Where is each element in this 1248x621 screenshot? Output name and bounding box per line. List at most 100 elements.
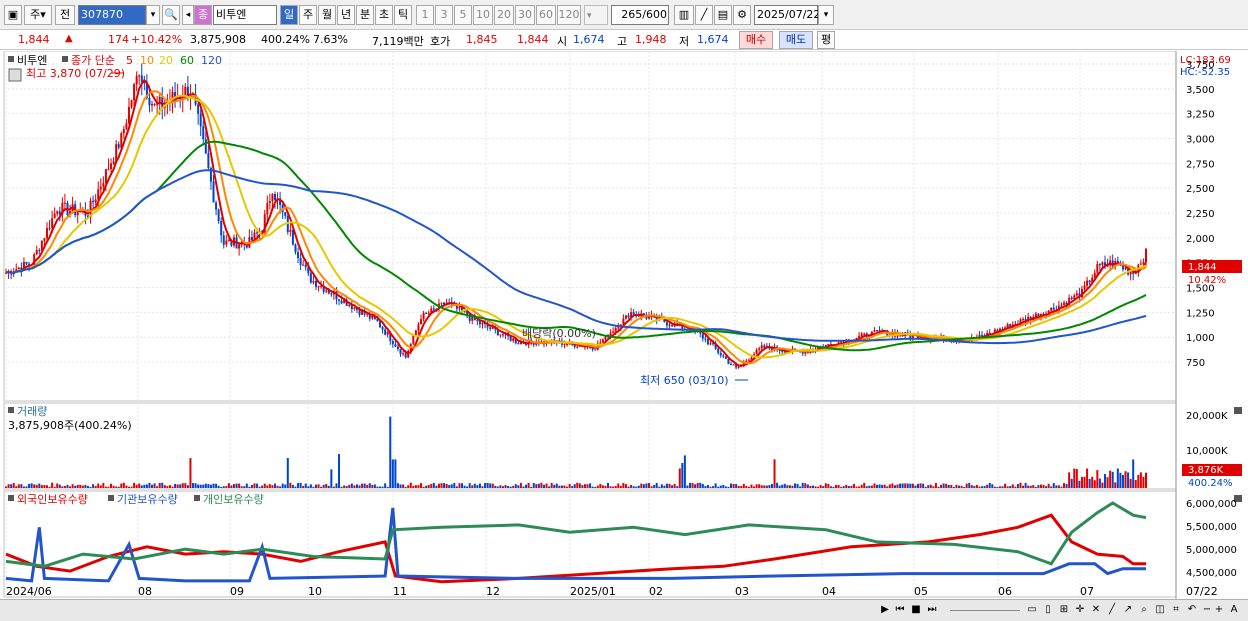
crosshair-icon[interactable]: ✛ xyxy=(1074,603,1086,617)
date-dropdown-icon[interactable]: ▾ xyxy=(818,5,834,25)
draw-trend-icon[interactable]: ↗ xyxy=(1122,603,1134,617)
window-menu-icon[interactable]: ▣ xyxy=(4,5,22,25)
candle-body xyxy=(1098,264,1101,266)
volume-bar xyxy=(537,483,540,488)
sound-icon[interactable]: ◂ xyxy=(182,5,194,25)
volume-close-icon[interactable] xyxy=(1234,407,1242,414)
candle-body xyxy=(107,169,110,171)
scroll-right-icon[interactable]: ▶ xyxy=(880,603,890,617)
panel-icon[interactable] xyxy=(8,56,14,62)
lock-icon[interactable] xyxy=(8,68,22,82)
interval-10[interactable]: 10 xyxy=(473,5,493,25)
draw-box-icon[interactable]: ◫ xyxy=(1154,603,1166,617)
price-tick-label: 1,000 xyxy=(1186,333,1215,344)
volume-bar xyxy=(1042,484,1045,488)
grid-icon[interactable]: ⊞ xyxy=(1058,603,1070,617)
volume-bar xyxy=(28,483,31,488)
split-icon[interactable]: ▯ xyxy=(1042,603,1054,617)
period-week-tab[interactable]: 주 xyxy=(299,5,317,25)
holding-legend-icon-1[interactable] xyxy=(8,495,14,501)
buy-button[interactable]: 매수 xyxy=(739,31,773,49)
volume-bar xyxy=(110,483,113,488)
candle-body xyxy=(427,312,430,314)
undo-icon[interactable]: ↶ xyxy=(1186,603,1198,617)
holding-legend-icon-3[interactable] xyxy=(194,495,200,501)
draw-magnify-icon[interactable]: ⌕ xyxy=(1138,603,1150,617)
period-month-tab[interactable]: 월 xyxy=(318,5,336,25)
candle-body xyxy=(284,212,287,216)
interval-1[interactable]: 1 xyxy=(416,5,434,25)
sell-button[interactable]: 매도 xyxy=(779,31,813,49)
volume-bar xyxy=(578,483,581,488)
candle-body xyxy=(1086,280,1089,286)
volume-bar xyxy=(12,482,15,488)
interval-60[interactable]: 60 xyxy=(536,5,556,25)
volume-bar xyxy=(294,486,297,488)
candle-body xyxy=(140,75,143,82)
eval-button[interactable]: 평 xyxy=(817,31,835,49)
volume-bar xyxy=(811,485,814,488)
volume-bar xyxy=(76,485,79,488)
zoom-out-icon[interactable]: − xyxy=(1202,603,1212,617)
candle-icon[interactable]: ▥ xyxy=(674,5,694,25)
rewind-icon[interactable]: ⏮ xyxy=(894,603,906,617)
line-tool-icon[interactable]: ╱ xyxy=(695,5,713,25)
candle-body xyxy=(432,308,435,310)
volume-bar xyxy=(330,469,333,488)
candle-body xyxy=(122,129,125,134)
prev-button[interactable]: 전 xyxy=(55,5,75,25)
search-icon[interactable]: 🔍 xyxy=(162,5,180,25)
interval-custom-select[interactable]: ▾ xyxy=(584,5,608,25)
layout-icon[interactable]: ▭ xyxy=(1026,603,1038,617)
save-icon[interactable]: ▤ xyxy=(714,5,732,25)
chart-svg[interactable]: 3,7503,5003,2503,0002,7502,5002,2502,000… xyxy=(0,51,1248,599)
code-dropdown-icon[interactable]: ▾ xyxy=(146,5,160,25)
stock-type-select[interactable]: 주▾ xyxy=(24,5,52,25)
period-minute-tab[interactable]: 분 xyxy=(356,5,374,25)
volume-bar xyxy=(17,484,20,488)
stop-icon[interactable]: ■ xyxy=(910,603,922,617)
interval-3[interactable]: 3 xyxy=(435,5,453,25)
volume-bar xyxy=(553,484,556,488)
candle-body xyxy=(727,358,730,365)
volume-value: 3,875,908 xyxy=(190,33,246,46)
volume-bar xyxy=(683,455,686,488)
count-field[interactable]: 265/600 xyxy=(611,5,669,25)
stock-name-field[interactable]: 비투엔 xyxy=(213,5,277,25)
cross-icon[interactable]: ✕ xyxy=(1090,603,1102,617)
ma-legend-icon[interactable] xyxy=(62,56,68,62)
period-year-tab[interactable]: 년 xyxy=(337,5,355,25)
forward-icon[interactable]: ⏭ xyxy=(926,603,938,617)
volume-bar xyxy=(737,485,740,488)
volume-tick-10000k: 10,000K xyxy=(1186,446,1228,457)
draw-line-icon[interactable]: ╱ xyxy=(1106,603,1118,617)
interval-5[interactable]: 5 xyxy=(454,5,472,25)
volume-panel[interactable] xyxy=(3,402,1177,490)
volume-bar xyxy=(343,485,346,488)
volume-bar xyxy=(781,484,784,488)
holding-legend-icon-2[interactable] xyxy=(108,495,114,501)
volume-bar xyxy=(455,486,458,488)
period-tick-tab[interactable]: 틱 xyxy=(394,5,412,25)
hoga-label: 호가 xyxy=(430,35,451,48)
period-day-tab[interactable]: 일 xyxy=(280,5,298,25)
volume-bar xyxy=(847,485,850,488)
volume-panel-icon[interactable] xyxy=(8,407,14,413)
interval-20[interactable]: 20 xyxy=(494,5,514,25)
gear-icon[interactable]: ⚙ xyxy=(733,5,751,25)
price-tick-label: 3,250 xyxy=(1186,110,1215,121)
interval-30[interactable]: 30 xyxy=(515,5,535,25)
chart-area[interactable]: 3,750 3,500 3,250 3,000 2,750 2,500 2,250 2,000… xyxy=(0,51,1248,621)
date-field[interactable]: 2025/07/22 xyxy=(754,5,820,25)
volume-bar xyxy=(924,486,927,488)
zoom-in-icon[interactable]: + xyxy=(1214,603,1224,617)
draw-chart-icon[interactable]: ⌗ xyxy=(1170,603,1182,617)
volume-bar xyxy=(1080,476,1083,488)
interval-120[interactable]: 120 xyxy=(557,5,581,25)
zoom-slider[interactable] xyxy=(950,610,1020,612)
period-second-tab[interactable]: 초 xyxy=(375,5,393,25)
stock-code-input[interactable]: 307870 xyxy=(78,5,146,25)
candle-body xyxy=(199,113,202,127)
text-tool-icon[interactable]: A xyxy=(1228,603,1240,617)
volume-bar xyxy=(581,485,584,488)
